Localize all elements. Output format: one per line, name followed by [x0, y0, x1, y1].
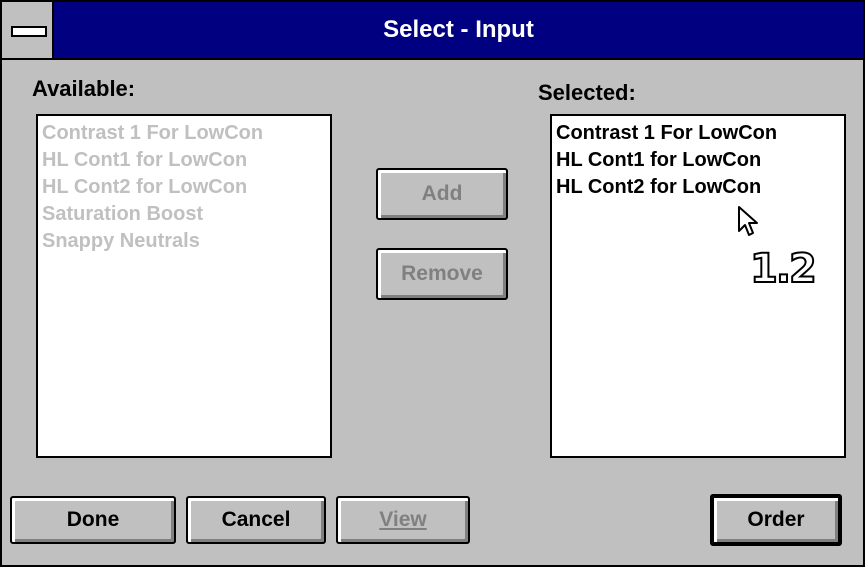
remove-button[interactable]: Remove — [376, 248, 508, 300]
done-button[interactable]: Done — [10, 496, 176, 544]
list-item[interactable]: HL Cont1 for LowCon — [42, 147, 330, 174]
cancel-button[interactable]: Cancel — [186, 496, 326, 544]
order-button[interactable]: Order — [710, 494, 842, 546]
add-button[interactable]: Add — [376, 168, 508, 220]
window-title: Select - Input — [383, 16, 534, 43]
view-button[interactable]: View — [336, 496, 470, 544]
list-item[interactable]: HL Cont2 for LowCon — [42, 174, 330, 201]
available-label: Available: — [32, 76, 136, 101]
selected-label: Selected: — [538, 80, 636, 105]
list-item[interactable]: HL Cont1 for LowCon — [556, 147, 844, 174]
system-menu-button[interactable] — [2, 2, 54, 58]
list-item[interactable]: Saturation Boost — [42, 201, 330, 228]
list-item[interactable]: Contrast 1 For LowCon — [556, 120, 844, 147]
select-input-dialog: Select - Input Available: Selected: Cont… — [0, 0, 865, 567]
version-annotation: 1.2 — [749, 245, 818, 293]
list-item[interactable]: HL Cont2 for LowCon — [556, 174, 844, 201]
title-bar: Select - Input — [2, 2, 863, 60]
view-button-label: View — [379, 508, 427, 531]
list-item[interactable]: Snappy Neutrals — [42, 228, 330, 255]
available-listbox[interactable]: Contrast 1 For LowCon HL Cont1 for LowCo… — [36, 114, 332, 458]
mouse-pointer-icon — [738, 206, 758, 236]
system-menu-icon — [11, 26, 47, 37]
list-item[interactable]: Contrast 1 For LowCon — [42, 120, 330, 147]
